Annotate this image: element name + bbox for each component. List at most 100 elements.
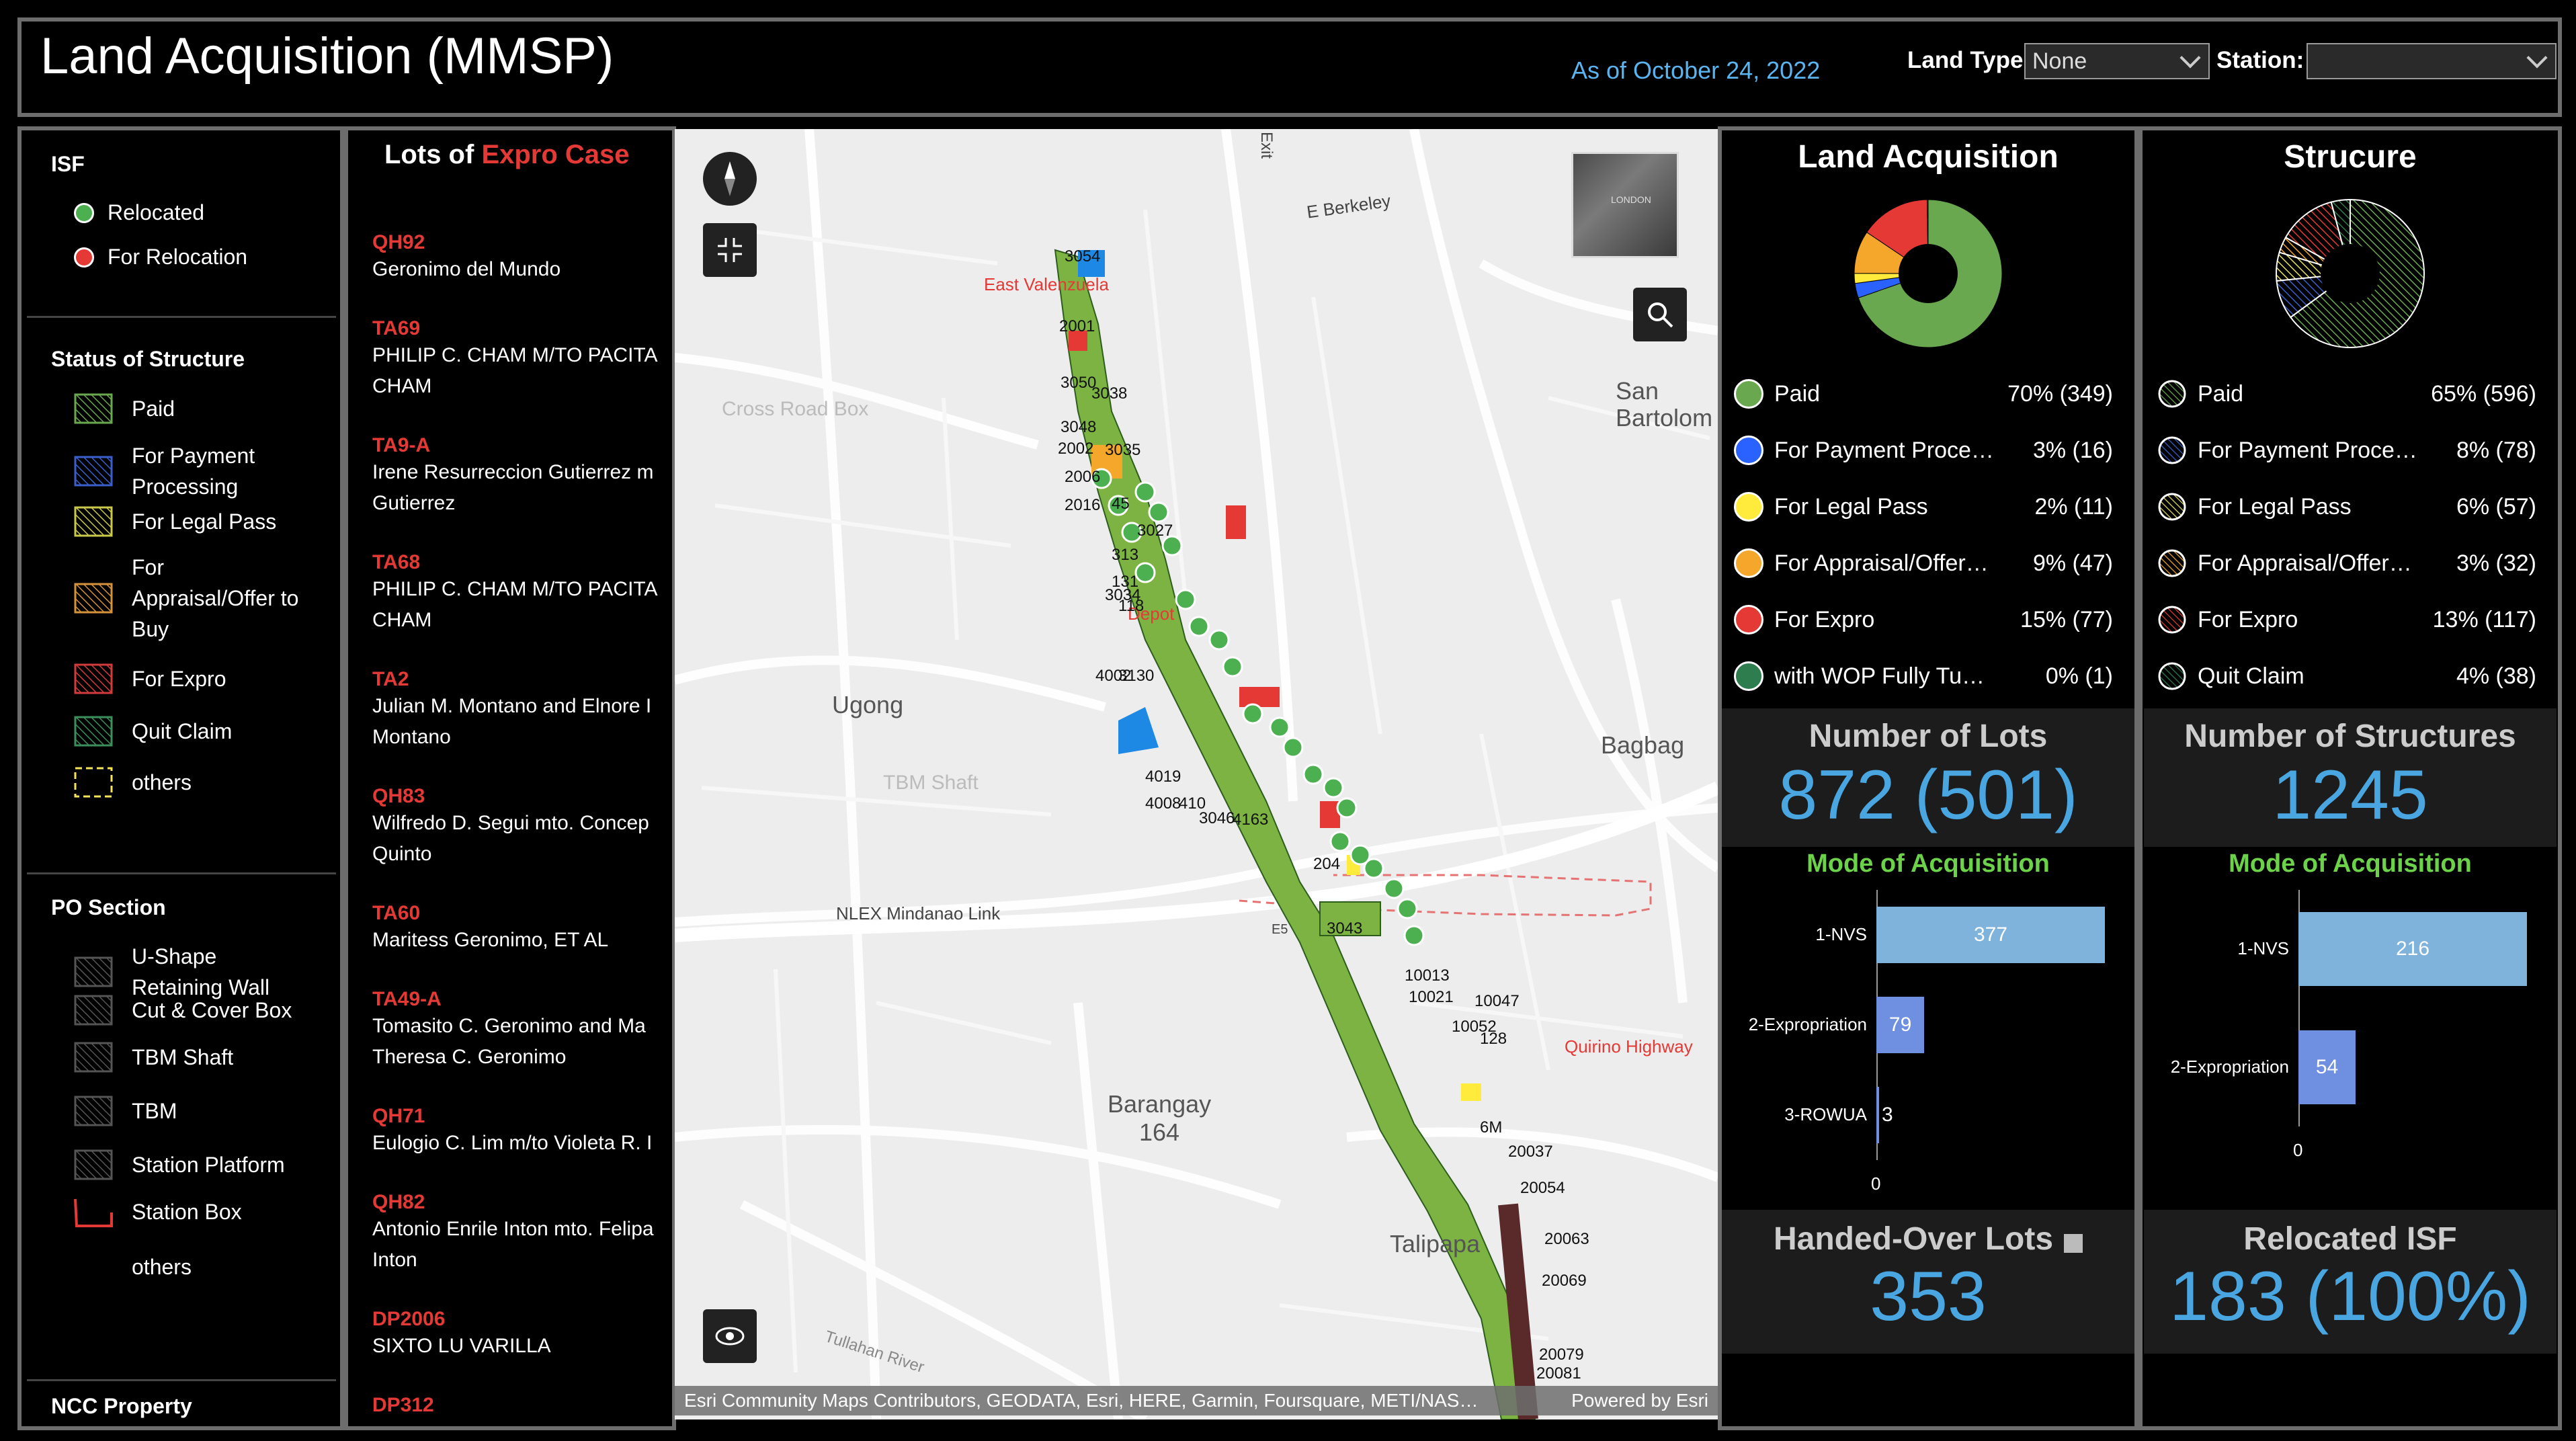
map-lot-number[interactable]: 3043 <box>1327 919 1362 938</box>
lot-list-item[interactable]: TA69 PHILIP C. CHAM M/TO PACITA CHAM <box>372 317 668 402</box>
structure-status-row[interactable]: For Legal Pass 6% (57) <box>2157 479 2536 535</box>
moa-bar[interactable]: 79 <box>1876 997 1925 1053</box>
map-lot-number[interactable]: 3130 <box>1118 667 1154 686</box>
map-lot-number[interactable]: 4019 <box>1145 768 1181 786</box>
map-lot-number[interactable]: 20069 <box>1542 1272 1587 1290</box>
moa-bar[interactable]: 54 <box>2298 1030 2356 1104</box>
as-of-date: As of October 24, 2022 <box>1571 56 1821 84</box>
structure-pie-chart[interactable] <box>2270 193 2431 354</box>
moa-bar-value: 3 <box>1882 1103 1893 1126</box>
map-lot-number[interactable]: 4008 <box>1145 794 1181 813</box>
fullscreen-button[interactable] <box>703 223 757 277</box>
map-lot-number[interactable]: 2002 <box>1058 440 1093 458</box>
lot-list-item[interactable]: DP312 <box>372 1394 668 1417</box>
land_acq-status-row[interactable]: Paid 70% (349) <box>1734 366 2113 422</box>
moa-bar[interactable]: 377 <box>1876 907 2105 963</box>
map-view[interactable]: E Berkeley Exit Cross Road Box East Vale… <box>675 129 1718 1419</box>
lot-list-item[interactable]: DP2006 SIXTO LU VARILLA <box>372 1308 668 1362</box>
legend-status-4[interactable]: For Expro <box>74 663 226 694</box>
structure-status-row[interactable]: For Payment Proce… 8% (78) <box>2157 422 2536 479</box>
legend-po-0[interactable]: U-Shape Retaining Wall <box>74 941 306 1003</box>
lot-list-item[interactable]: QH92 Geronimo del Mundo <box>372 231 668 285</box>
land_acq-status-row[interactable]: For Expro 15% (77) <box>1734 591 2113 648</box>
structure-status-row[interactable]: Paid 65% (596) <box>2157 366 2536 422</box>
legend-status-2[interactable]: For Legal Pass <box>74 506 276 537</box>
legend-po-1[interactable]: Cut & Cover Box <box>74 995 292 1026</box>
moa-bar[interactable]: 3 <box>1876 1087 1893 1143</box>
map-lot-number[interactable]: 2001 <box>1059 317 1095 336</box>
lot-list-item[interactable]: QH82 Antonio Enrile Inton mto. Felipa In… <box>372 1191 668 1276</box>
map-lot-number[interactable]: 20079 <box>1539 1346 1584 1364</box>
lot-list-item[interactable]: TA60 Maritess Geronimo, ET AL <box>372 902 668 956</box>
legend-po-4[interactable]: Station Platform <box>74 1149 285 1180</box>
map-lot-number[interactable]: 3048 <box>1061 418 1096 437</box>
relocated-isf-title: Relocated ISF <box>2243 1221 2457 1257</box>
search-button[interactable] <box>1633 288 1687 341</box>
legend-status-0[interactable]: Paid <box>74 393 175 424</box>
map-lot-number[interactable]: 10021 <box>1409 988 1454 1007</box>
blank-swatch-icon <box>74 1251 113 1282</box>
map-lot-number[interactable]: 20063 <box>1544 1230 1589 1249</box>
land-moa-chart[interactable]: Mode of Acquisition 1-NVS 377 2-Expropriat… <box>1722 850 2134 1207</box>
structure-title: Strucure <box>2284 139 2417 175</box>
structure-status-row[interactable]: Quit Claim 4% (38) <box>2157 648 2536 704</box>
compass-button[interactable] <box>703 152 757 206</box>
legend-status-1[interactable]: For Payment Processing <box>74 440 306 502</box>
map-lot-number[interactable]: 3046 <box>1199 809 1235 828</box>
lot-id: TA2 <box>372 668 409 690</box>
lot-list-item[interactable]: QH71 Eulogio C. Lim m/to Violeta R. I <box>372 1105 668 1159</box>
map-lot-number[interactable]: 6M <box>1480 1118 1502 1137</box>
lot-list-item[interactable]: TA9-A Irene Resurreccion Gutierrez m Gut… <box>372 434 668 519</box>
map-lot-number[interactable]: 10047 <box>1474 992 1520 1011</box>
map-lot-number[interactable]: 20054 <box>1520 1179 1565 1198</box>
land-type-select[interactable]: None <box>2024 43 2210 79</box>
legend-po-5[interactable]: Station Box <box>74 1196 242 1227</box>
legend-content: ISF Relocated For Relocation Status of S… <box>27 134 336 1425</box>
map-lot-number[interactable]: 3054 <box>1065 247 1100 266</box>
legend-status-5[interactable]: Quit Claim <box>74 716 232 747</box>
map-lot-number[interactable]: 3035 <box>1105 441 1140 460</box>
land_acq-status-row[interactable]: For Appraisal/Offer… 9% (47) <box>1734 535 2113 591</box>
structure-moa-chart[interactable]: Mode of Acquisition 1-NVS 216 2-Expropriat… <box>2144 850 2557 1207</box>
land_acq-status-row[interactable]: For Payment Proce… 3% (16) <box>1734 422 2113 479</box>
structure-status-row[interactable]: For Appraisal/Offer… 3% (32) <box>2157 535 2536 591</box>
map-lot-number[interactable]: 2016 <box>1065 496 1100 515</box>
map-lot-number[interactable]: 20037 <box>1508 1143 1553 1161</box>
map-lot-number[interactable]: 118 <box>1118 597 1144 616</box>
legend-po-3[interactable]: TBM <box>74 1096 177 1126</box>
status-label: For Appraisal/Offer… <box>1774 550 1989 576</box>
land-acq-pie-chart[interactable] <box>1847 193 2009 354</box>
legend-po-2[interactable]: TBM Shaft <box>74 1042 233 1073</box>
divider <box>27 1379 336 1381</box>
map-lot-number[interactable]: 45 <box>1112 495 1130 513</box>
map-label-ugong: Ugong <box>832 691 904 718</box>
map-lot-number[interactable]: 128 <box>1480 1030 1507 1048</box>
basemap-thumbnail[interactable]: LONDON <box>1571 152 1679 258</box>
handed-over-checkbox[interactable] <box>2064 1233 2083 1253</box>
map-lot-number[interactable]: 10013 <box>1405 966 1450 985</box>
legend-status-3[interactable]: For Appraisal/Offer to Buy <box>74 552 306 645</box>
lot-list-item[interactable]: QH83 Wilfredo D. Segui mto. Concep Quint… <box>372 785 668 870</box>
land_acq-status-row[interactable]: For Legal Pass 2% (11) <box>1734 479 2113 535</box>
moa-bar[interactable]: 216 <box>2298 912 2527 986</box>
map-canvas[interactable] <box>675 129 1718 1419</box>
structure-status-row[interactable]: For Expro 13% (117) <box>2157 591 2536 648</box>
map-lot-number[interactable]: 20081 <box>1536 1364 1581 1383</box>
lot-list-item[interactable]: TA49-A Tomasito C. Geronimo and Ma There… <box>372 988 668 1073</box>
land_acq-status-row[interactable]: with WOP Fully Tu… 0% (1) <box>1734 648 2113 704</box>
visibility-button[interactable] <box>703 1309 757 1363</box>
map-lot-number[interactable]: 204 <box>1313 855 1340 874</box>
legend-for-relocation[interactable]: For Relocation <box>74 245 247 270</box>
legend-relocated[interactable]: Relocated <box>74 200 204 225</box>
lot-list-item[interactable]: TA2 Julian M. Montano and Elnore I Monta… <box>372 668 668 753</box>
lots-list[interactable]: Lots of Expro Case QH92 Geronimo del Mun… <box>349 132 671 1425</box>
map-lot-number[interactable]: 3027 <box>1137 522 1173 540</box>
legend-po-6[interactable]: others <box>74 1251 192 1282</box>
map-lot-number[interactable]: 3038 <box>1091 384 1127 403</box>
lot-list-item[interactable]: TA68 PHILIP C. CHAM M/TO PACITA CHAM <box>372 551 668 636</box>
map-lot-number[interactable]: 2006 <box>1065 468 1100 487</box>
map-lot-number[interactable]: 4163 <box>1233 811 1268 829</box>
station-select[interactable] <box>2307 43 2557 79</box>
legend-status-6[interactable]: others <box>74 767 192 798</box>
map-lot-number[interactable]: 313 <box>1112 546 1138 565</box>
